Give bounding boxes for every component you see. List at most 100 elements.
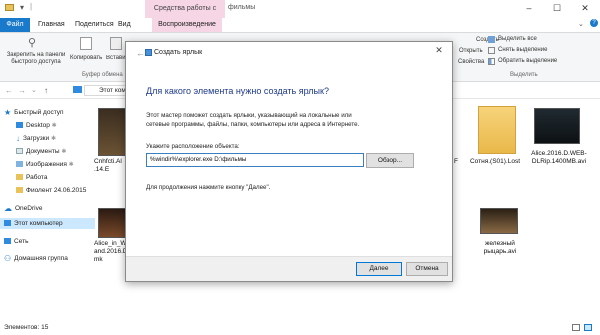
nav-label: Desktop [26,122,50,129]
cancel-button[interactable]: Отмена [406,262,448,276]
dialog-footer [126,256,452,281]
select-group-label: Выделить [510,72,538,78]
desktop-icon [16,122,23,128]
nav-label: Работа [26,174,48,181]
location-input[interactable]: %windir%\explorer.exe D:\фильмы [146,153,364,167]
large-icons-view-icon[interactable] [584,324,592,331]
tab-playback[interactable]: Воспроизведение [152,18,222,32]
folder-icon [16,187,23,193]
up-icon[interactable]: ↑ [44,86,48,95]
nav-fiolent[interactable]: Фиолент 24.06.2015 [16,185,86,196]
folder-icon [5,4,14,11]
nav-homegroup[interactable]: ⚇ Домашняя группа [4,253,68,264]
copy-button[interactable]: Копировать [70,55,102,61]
file-label-partial: F [454,158,458,166]
close-window-icon[interactable]: ✕ [571,0,599,16]
folder-icon [16,174,23,180]
recent-locations-icon[interactable]: ⌄ [31,86,37,94]
document-icon [16,148,23,154]
back-icon[interactable]: ← [5,86,13,95]
remove-selection-button[interactable]: Снять выделение [498,47,547,53]
file-item[interactable] [480,208,518,234]
file-item[interactable] [478,106,516,154]
paste-button[interactable]: Вставить [106,55,126,61]
nav-work[interactable]: Работа [16,172,47,183]
nav-label: Этот компьютер [14,220,63,227]
window-title: фильмы [228,4,256,11]
clipboard-group-label: Буфер обмена [82,72,123,78]
file-item[interactable] [98,208,128,238]
browse-button[interactable]: Обзор... [366,153,414,168]
file-label: Alice.2016.D.WEB-DLRip.1400MB.avi [531,150,587,165]
file-label: Сотня.(S01).Lost [469,158,521,165]
invert-selection-icon [488,58,495,65]
location-label: Укажите расположение объекта: [146,143,240,150]
video-thumbnail [480,208,518,234]
video-thumbnail [98,208,128,238]
pictures-icon [16,161,23,167]
nav-label: Быстрый доступ [14,109,64,116]
next-hint: Для продолжения нажмите кнопку "Далее". [146,184,271,191]
separator-icon: | [30,2,33,11]
properties-button[interactable]: Свойства [458,59,484,65]
shortcut-icon [145,49,152,56]
tab-home[interactable]: Главная [38,18,65,32]
download-icon: ↓ [16,134,20,143]
quick-access-toolbar-icon[interactable]: ▾ [20,3,24,12]
open-button[interactable]: Открыть [459,48,483,54]
pin-quick-access-button[interactable]: Закрепить на панели быстрого доступа [5,52,67,66]
back-arrow-icon[interactable]: ← [136,48,145,58]
create-shortcut-dialog: ← Создать ярлык ✕ Для какого элемента ну… [125,41,453,282]
nav-label: Фиолент 24.06.2015 [26,187,87,194]
nav-documents[interactable]: Документы ✱ [16,146,66,157]
tab-file[interactable]: Файл [0,18,30,32]
file-label: Alice_in_W and.2016.D mk [94,240,128,263]
remove-selection-icon [488,47,495,54]
dialog-heading: Для какого элемента нужно создать ярлык? [146,86,329,96]
nav-this-pc[interactable]: Этот компьютер [0,218,95,229]
invert-selection-button[interactable]: Обратить выделение [498,58,557,64]
tab-share[interactable]: Поделиться [75,18,114,32]
star-icon: ★ [4,108,12,117]
paste-icon [110,37,122,50]
homegroup-icon: ⚇ [4,254,12,263]
nav-desktop[interactable]: Desktop ✱ [16,120,57,131]
file-label: Cnhfcti.Al .14.E [94,158,122,173]
pin-icon: ✱ [50,136,57,142]
next-button[interactable]: Далее [356,262,402,276]
pin-icon: ✱ [68,162,74,168]
pin-icon: ✱ [51,123,57,129]
forward-icon[interactable]: → [18,86,26,95]
close-icon[interactable]: ✕ [432,45,446,56]
nav-label: Домашняя группа [14,255,68,262]
computer-icon [73,86,82,93]
dialog-title: Создать ярлык [154,49,203,56]
items-count: Элементов: 15 [4,324,49,331]
nav-quick-access[interactable]: ★ Быстрый доступ [4,107,64,118]
nav-label: Изображения [26,161,67,168]
minimize-icon[interactable]: – [515,0,543,16]
pin-icon: ✱ [61,149,67,155]
expand-ribbon-icon[interactable]: ⌄ [578,20,584,28]
title-bar: ▾ | [0,0,600,18]
nav-downloads[interactable]: ↓ Загрузки ✱ [16,133,56,144]
nav-pictures[interactable]: Изображения ✱ [16,159,74,170]
pin-icon: ⚲ [28,37,37,49]
select-all-button[interactable]: Выделить все [498,36,537,42]
file-label: железный рыцарь.avi [483,240,517,255]
nav-network[interactable]: Сеть [4,236,28,247]
computer-icon [4,220,11,226]
nav-label: Загрузки [23,135,50,142]
details-view-icon[interactable] [572,324,580,331]
nav-onedrive[interactable]: ☁ OneDrive [4,203,42,214]
select-all-icon [488,36,495,43]
tab-view[interactable]: Вид [118,18,131,32]
nav-label: Сеть [14,238,29,245]
network-icon [4,238,11,244]
status-bar: Элементов: 15 [0,321,600,335]
maximize-icon[interactable]: ☐ [543,0,571,16]
copy-icon [80,37,92,50]
file-item[interactable] [534,108,580,144]
help-icon[interactable]: ? [590,19,598,27]
video-thumbnail [534,108,580,144]
